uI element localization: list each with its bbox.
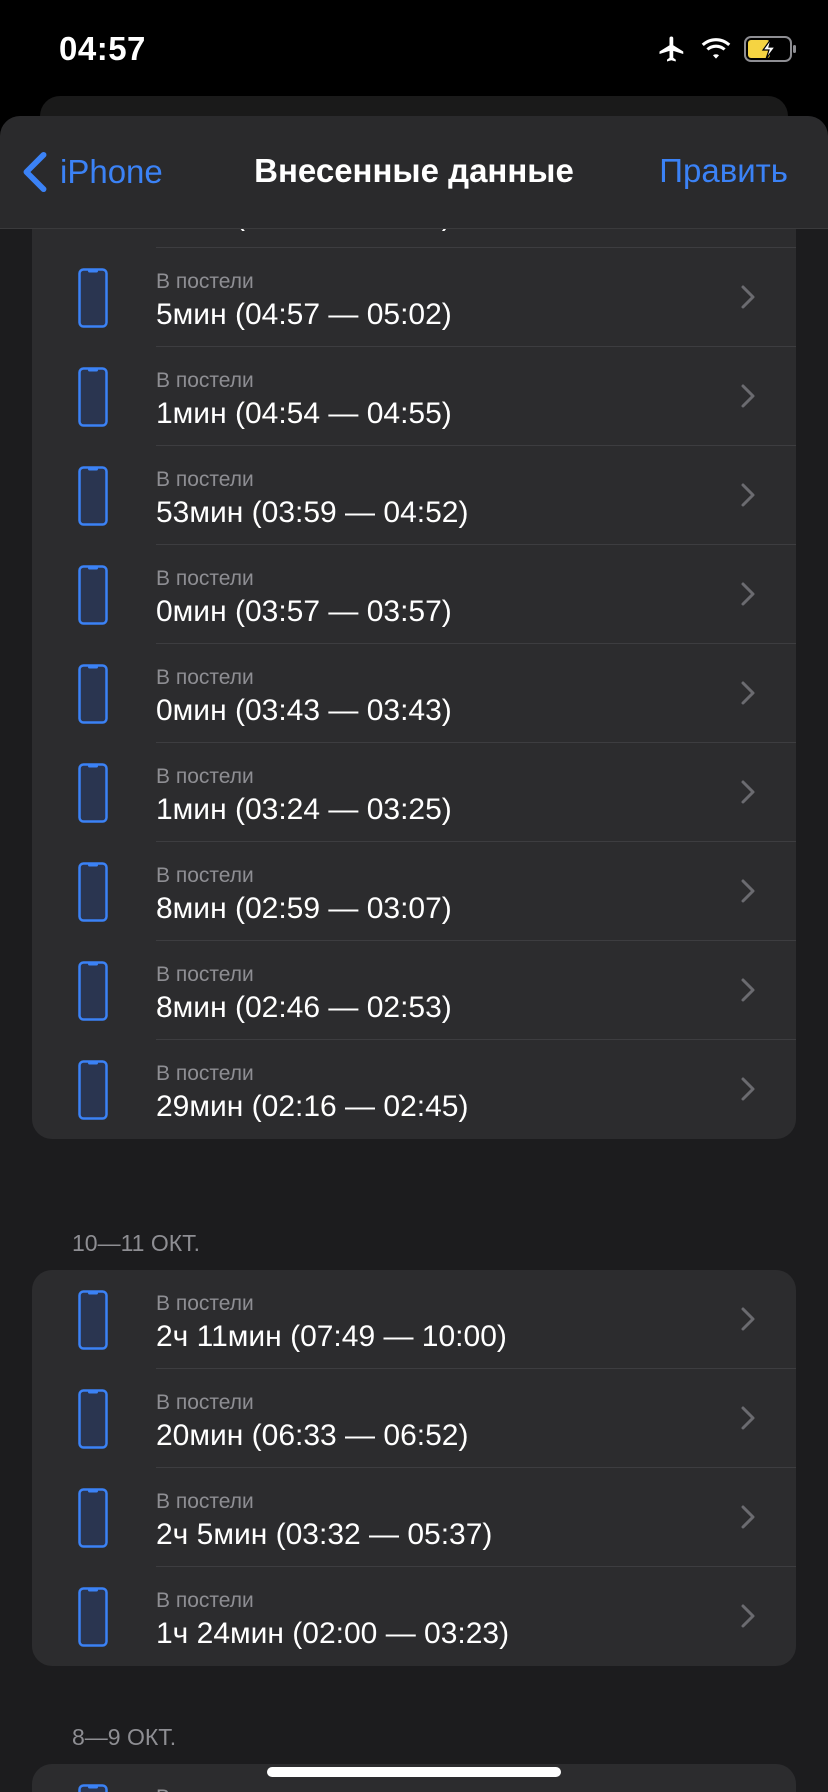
iphone-icon — [78, 664, 108, 724]
list-item[interactable]: В постели 5мин (04:57 — 05:02) — [32, 248, 796, 347]
airplane-icon — [659, 36, 684, 62]
iphone-icon — [78, 367, 108, 427]
status-time: 04:57 — [59, 30, 146, 67]
iphone-icon — [78, 1290, 108, 1350]
list-item[interactable]: В постели 0мин (03:43 — 03:43) — [32, 644, 796, 743]
chevron-right-icon — [741, 879, 755, 903]
list-item[interactable]: В постели 8мин (02:46 — 02:53) — [32, 941, 796, 1040]
status-icons — [656, 32, 798, 66]
entry-duration: 0мин (03:57 — 03:57) — [156, 595, 452, 628]
iphone-icon — [78, 1784, 108, 1792]
list-item[interactable]: В постели 29мин (02:16 — 02:45) — [32, 1040, 796, 1139]
entry-duration: 1мин (03:24 — 03:25) — [156, 793, 452, 826]
entry-duration: 0мин (03:43 — 03:43) — [156, 694, 452, 727]
iphone-icon — [78, 466, 108, 526]
entry-category: В постели — [156, 567, 254, 590]
home-indicator — [267, 1767, 561, 1777]
chevron-right-icon — [741, 1077, 755, 1101]
entry-duration: 2ч 11мин (07:49 — 10:00) — [156, 1320, 507, 1353]
iphone-icon — [78, 1488, 108, 1548]
list-item[interactable]: В постели 1мин (04:54 — 04:55) — [32, 347, 796, 446]
entry-category: В постели — [156, 270, 254, 293]
iphone-icon — [78, 763, 108, 823]
entry-category: В постели — [156, 963, 254, 986]
entry-category: В постели — [156, 864, 254, 887]
section-header: 8—9 ОКТ. — [72, 1724, 177, 1750]
list-item[interactable]: В постели 53мин (03:59 — 04:52) — [32, 446, 796, 545]
status-bar: 04:57 — [0, 0, 828, 100]
list-item[interactable]: В постели 2ч 11мин (07:49 — 10:00) — [32, 1270, 796, 1369]
chevron-right-icon — [741, 384, 755, 408]
entry-duration: 5мин (04:57 — 05:02) — [156, 298, 452, 331]
battery-charging-icon — [744, 36, 796, 62]
iphone-icon — [78, 961, 108, 1021]
iphone-icon — [78, 1060, 108, 1120]
list-item[interactable]: В постели 20мин (06:33 — 06:52) — [32, 1369, 796, 1468]
entry-category: В постели — [156, 468, 254, 491]
list-item[interactable]: В постели 2ч 5мин (03:32 — 05:37) — [32, 1468, 796, 1567]
list-item[interactable]: В постели 0мин (03:57 — 03:57) — [32, 545, 796, 644]
chevron-right-icon — [741, 1604, 755, 1628]
chevron-right-icon — [741, 1307, 755, 1331]
entries-group: В постели3мин (05:24 — 05:27) В постели5… — [32, 149, 796, 1139]
entry-duration: 1мин (04:54 — 04:55) — [156, 397, 452, 430]
entry-category: В постели — [156, 1292, 254, 1315]
chevron-right-icon — [741, 978, 755, 1002]
list-item[interactable]: В постели 8мин (02:59 — 03:07) — [32, 842, 796, 941]
edit-button[interactable]: Править — [659, 152, 788, 190]
entry-category: В постели — [156, 1490, 254, 1513]
entry-duration: 29мин (02:16 — 02:45) — [156, 1090, 469, 1123]
list-item[interactable]: В постели 1ч 24мин (02:00 — 03:23) — [32, 1567, 796, 1666]
chevron-right-icon — [741, 582, 755, 606]
entry-category: В постели — [156, 369, 254, 392]
chevron-right-icon — [741, 1505, 755, 1529]
entry-category: В постели — [156, 1786, 254, 1792]
iphone-icon — [78, 268, 108, 328]
entry-category: В постели — [156, 666, 254, 689]
chevron-right-icon — [741, 285, 755, 309]
entry-duration: 8мин (02:59 — 03:07) — [156, 892, 452, 925]
entries-group: В постели 2ч 11мин (07:49 — 10:00) В пост… — [32, 1270, 796, 1666]
chevron-right-icon — [741, 681, 755, 705]
entry-category: В постели — [156, 1391, 254, 1414]
iphone-icon — [78, 565, 108, 625]
sheet: iPhone Внесенные данные Править В постел… — [0, 116, 828, 1792]
chevron-right-icon — [741, 483, 755, 507]
entry-duration: 53мин (03:59 — 04:52) — [156, 496, 469, 529]
chevron-right-icon — [741, 1406, 755, 1430]
wifi-icon — [701, 38, 731, 59]
entry-duration: 8мин (02:46 — 02:53) — [156, 991, 452, 1024]
entry-category: В постели — [156, 765, 254, 788]
list-item[interactable]: В постели 1мин (03:24 — 03:25) — [32, 743, 796, 842]
chevron-right-icon — [741, 780, 755, 804]
iphone-icon — [78, 1389, 108, 1449]
entry-duration: 1ч 24мин (02:00 — 03:23) — [156, 1617, 510, 1650]
navigation-bar: iPhone Внесенные данные Править — [0, 116, 828, 229]
iphone-icon — [78, 1587, 108, 1647]
iphone-icon — [78, 862, 108, 922]
entry-category: В постели — [156, 1062, 254, 1085]
section-header: 10—11 ОКТ. — [72, 1230, 201, 1256]
entry-duration: 2ч 5мин (03:32 — 05:37) — [156, 1518, 493, 1551]
entry-category: В постели — [156, 1589, 254, 1612]
entry-duration: 20мин (06:33 — 06:52) — [156, 1419, 469, 1452]
